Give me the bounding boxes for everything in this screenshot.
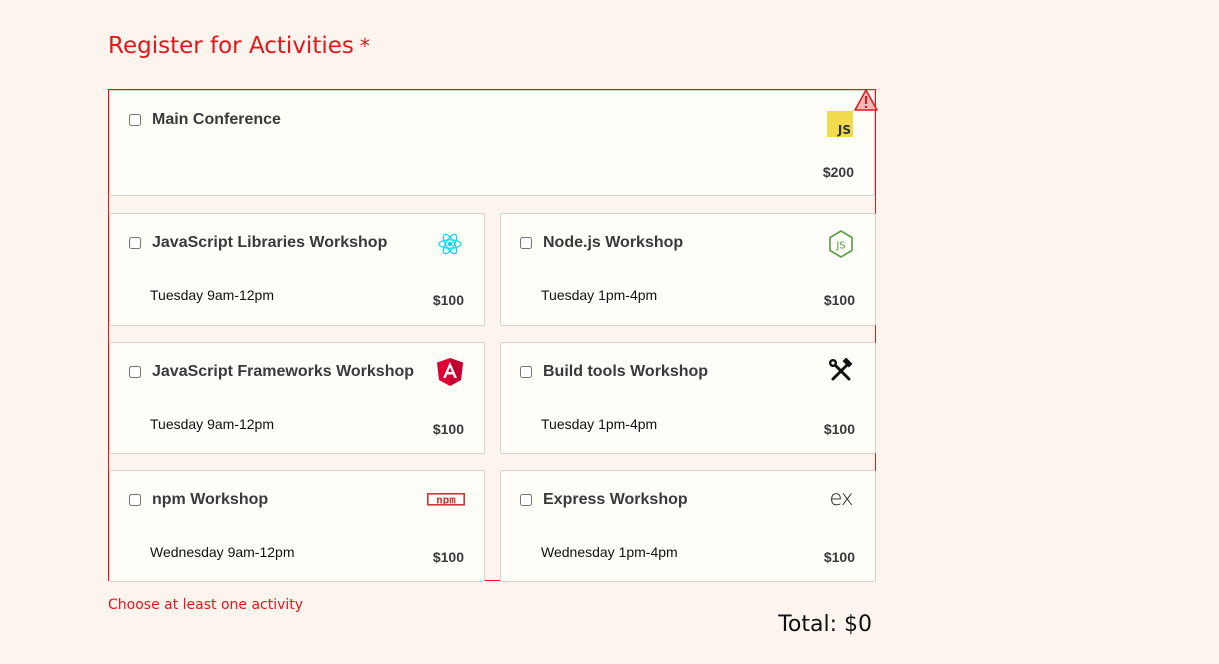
activity-cost: $100 bbox=[432, 421, 464, 437]
activity-cost: $100 bbox=[823, 292, 855, 308]
build-tools-checkbox[interactable] bbox=[520, 366, 532, 378]
react-icon bbox=[436, 230, 464, 258]
activity-js-frameworks[interactable]: JavaScript Frameworks Workshop Tuesday 9… bbox=[109, 342, 485, 454]
express-icon: ex bbox=[829, 486, 854, 510]
npm-icon: npm bbox=[426, 486, 466, 514]
express-checkbox[interactable] bbox=[520, 494, 532, 506]
js-libraries-checkbox[interactable] bbox=[129, 237, 141, 249]
activity-cost: $100 bbox=[823, 549, 855, 565]
activities-legend: Register for Activities * bbox=[108, 33, 370, 59]
activity-name: Express Workshop bbox=[543, 491, 688, 508]
main-conference-checkbox[interactable] bbox=[129, 114, 141, 126]
activity-name: Main Conference bbox=[152, 111, 281, 128]
activity-time: Wednesday 9am-12pm bbox=[150, 544, 295, 560]
svg-text:JS: JS bbox=[835, 241, 845, 252]
npm-checkbox[interactable] bbox=[129, 494, 141, 506]
activity-cost: $100 bbox=[432, 292, 464, 308]
activity-time: Tuesday 9am-12pm bbox=[150, 416, 274, 432]
required-asterisk: * bbox=[359, 34, 370, 58]
activity-express[interactable]: Express Workshop ex Wednesday 1pm-4pm $1… bbox=[500, 470, 876, 582]
activities-title: Register for Activities bbox=[108, 33, 354, 59]
js-frameworks-checkbox[interactable] bbox=[129, 366, 141, 378]
activity-name: JavaScript Frameworks Workshop bbox=[152, 363, 415, 380]
activity-time: Wednesday 1pm-4pm bbox=[541, 544, 678, 560]
javascript-icon: JS bbox=[826, 110, 854, 138]
activity-name: Node.js Workshop bbox=[543, 234, 684, 251]
nodejs-icon: JS bbox=[827, 230, 855, 258]
nodejs-checkbox[interactable] bbox=[520, 237, 532, 249]
activity-build-tools[interactable]: Build tools Workshop Tuesday 1pm-4pm $10… bbox=[500, 342, 876, 454]
hammer-wrench-icon bbox=[827, 357, 855, 385]
activities-error-message: Choose at least one activity bbox=[108, 597, 304, 613]
activity-nodejs[interactable]: Node.js Workshop JS Tuesday 1pm-4pm $100 bbox=[500, 213, 876, 326]
activity-time: Tuesday 1pm-4pm bbox=[541, 416, 658, 432]
svg-text:npm: npm bbox=[436, 494, 456, 507]
activity-js-libraries[interactable]: JavaScript Libraries Workshop Tuesday 9a… bbox=[109, 213, 485, 326]
activity-name: Build tools Workshop bbox=[543, 363, 709, 380]
activity-name: npm Workshop bbox=[152, 491, 269, 508]
warning-icon bbox=[854, 88, 878, 112]
activity-cost: $100 bbox=[823, 421, 855, 437]
activity-time: Tuesday 9am-12pm bbox=[150, 287, 274, 303]
activity-name: JavaScript Libraries Workshop bbox=[152, 234, 388, 251]
activity-time: Tuesday 1pm-4pm bbox=[541, 287, 658, 303]
total-cost: Total: $0 bbox=[778, 612, 872, 637]
activities-box: Main Conference JS $200 JavaScript Libra… bbox=[108, 89, 876, 582]
activity-cost: $100 bbox=[432, 549, 464, 565]
activity-cost: $200 bbox=[822, 164, 854, 180]
angular-icon bbox=[436, 358, 464, 386]
activity-npm[interactable]: npm Workshop npm Wednesday 9am-12pm $100 bbox=[109, 470, 485, 582]
activity-main-conference[interactable]: Main Conference JS $200 bbox=[109, 90, 875, 196]
